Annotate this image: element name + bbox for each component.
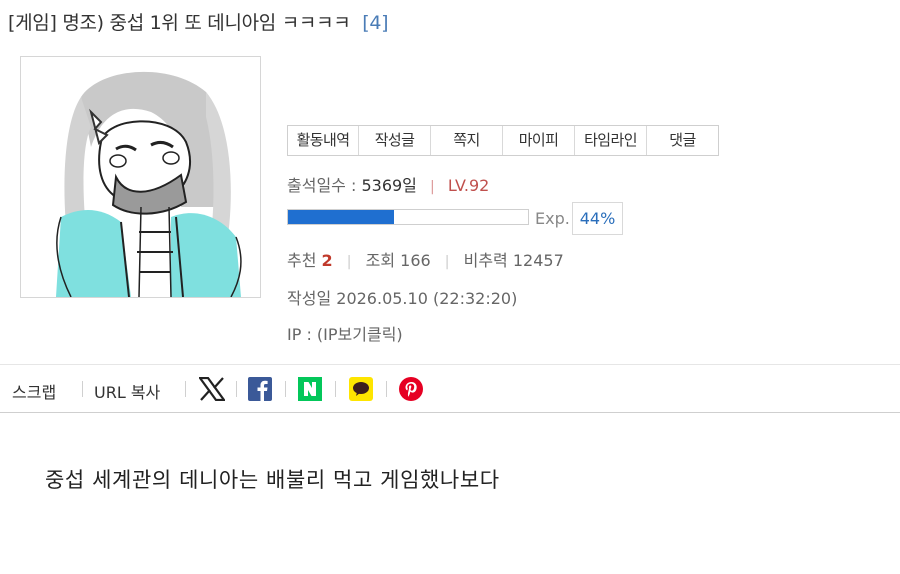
menu-comments[interactable]: 댓글 xyxy=(647,126,718,155)
recommend-count: 2 xyxy=(321,251,333,270)
author-avatar[interactable] xyxy=(20,56,261,298)
comment-count[interactable]: [4] xyxy=(362,12,388,34)
scrap-button[interactable]: 스크랩 xyxy=(12,379,56,403)
nonrec-count: 12457 xyxy=(512,251,564,270)
pinterest-icon[interactable] xyxy=(399,377,423,401)
divider xyxy=(185,381,186,397)
x-icon[interactable] xyxy=(197,376,227,402)
divider xyxy=(285,381,286,397)
written-date: 2026.05.10 (22:32:20) xyxy=(336,289,518,308)
divider xyxy=(236,381,237,397)
stats-row: 추천 2 | 조회 166 | 비추력 12457 xyxy=(287,247,564,271)
exp-percent: 44% xyxy=(572,202,623,235)
divider xyxy=(335,381,336,397)
post-body: 중섭 세계관의 데니아는 배불리 먹고 게임했나보다 xyxy=(45,468,500,492)
url-copy-button[interactable]: URL 복사 xyxy=(94,379,160,403)
menu-activity[interactable]: 활동내역 xyxy=(288,126,359,155)
ip-reveal-link[interactable]: IP : (IP보기클릭) xyxy=(287,325,403,344)
attendance-row: 출석일수 : 5369일 | LV.92 xyxy=(287,172,489,196)
facebook-icon[interactable] xyxy=(248,377,272,401)
menu-posts[interactable]: 작성글 xyxy=(359,126,431,155)
divider: | xyxy=(346,254,352,270)
attendance-value: 5369일 xyxy=(361,176,417,195)
exp-progress-bar xyxy=(287,209,529,225)
avatar-sketch-image xyxy=(56,71,242,297)
recommend-label: 추천 xyxy=(287,251,317,270)
written-label: 작성일 xyxy=(287,289,332,308)
views-count: 166 xyxy=(400,251,431,270)
post-title-line: [게임] 명조) 중섭 1위 또 데니아임 ㅋㅋㅋㅋ [4] xyxy=(8,8,389,35)
post-title: [게임] 명조) 중섭 1위 또 데니아임 ㅋㅋㅋㅋ xyxy=(8,12,351,34)
ip-row[interactable]: IP : (IP보기클릭) xyxy=(287,321,403,345)
menu-timeline[interactable]: 타임라인 xyxy=(575,126,647,155)
profile-menu: 활동내역 작성글 쪽지 마이피 타임라인 댓글 xyxy=(287,125,719,156)
written-date-row: 작성일 2026.05.10 (22:32:20) xyxy=(287,285,517,309)
menu-message[interactable]: 쪽지 xyxy=(431,126,503,155)
divider: | xyxy=(444,254,450,270)
divider: | xyxy=(430,179,435,195)
attendance-label: 출석일수 : xyxy=(287,176,357,195)
views-label: 조회 xyxy=(365,251,396,270)
level-badge: LV.92 xyxy=(447,176,490,195)
kakaotalk-icon[interactable] xyxy=(349,377,373,401)
divider xyxy=(386,381,387,397)
naver-icon[interactable] xyxy=(298,377,322,401)
share-bar: 스크랩 URL 복사 xyxy=(0,364,900,413)
exp-progress-fill xyxy=(288,210,394,224)
menu-mypi[interactable]: 마이피 xyxy=(503,126,575,155)
exp-label: Exp. xyxy=(535,209,570,228)
divider xyxy=(82,381,83,397)
nonrec-label: 비추력 xyxy=(463,251,508,270)
